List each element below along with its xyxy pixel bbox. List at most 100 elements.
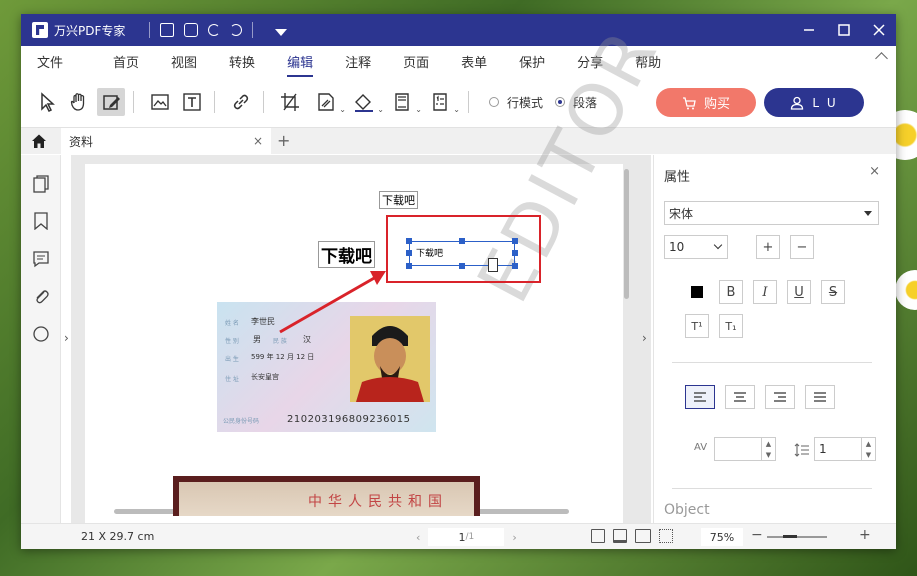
resize-handle[interactable] [406,250,412,256]
document-tab[interactable]: 资料 × [61,128,271,155]
line-spacing-input[interactable]: 1 ▲ ▼ [814,437,876,461]
hand-tool-button[interactable] [65,88,93,116]
close-properties-icon[interactable]: × [869,164,880,179]
font-size-select[interactable]: 10 [664,235,728,259]
user-account-button[interactable]: L U [764,88,864,117]
current-page: 1 [458,530,466,544]
collapse-ribbon-icon[interactable] [875,52,888,65]
save-icon[interactable] [160,23,175,37]
previous-page-icon[interactable]: ‹ [416,531,420,544]
font-family-select[interactable]: 宋体 [664,201,879,225]
underline-button[interactable]: U [787,280,811,304]
edit-tool-button[interactable] [97,88,125,116]
increase-font-size-button[interactable]: + [756,235,780,259]
align-center-button[interactable] [725,385,755,409]
id-name-label: 姓 名 [225,320,239,327]
resize-handle[interactable] [512,238,518,244]
zoom-out-button[interactable]: − [751,527,763,543]
bates-number-button[interactable]: ⌄ [426,88,460,116]
zoom-slider[interactable] [767,536,827,538]
zoom-in-button[interactable]: + [859,527,871,543]
thumbnails-button[interactable] [33,175,49,193]
resize-handle[interactable] [406,238,412,244]
watermark-button[interactable]: ⌄ [312,88,346,116]
resize-handle[interactable] [406,263,412,269]
menu-edit[interactable]: 编辑 [279,52,321,77]
align-left-button[interactable] [685,385,715,409]
menu-home[interactable]: 首页 [105,52,147,71]
expand-properties-icon[interactable]: › [642,331,647,345]
font-family-value: 宋体 [669,206,694,221]
align-right-button[interactable] [765,385,795,409]
spinner-arrows[interactable]: ▲ ▼ [761,438,775,460]
link-button[interactable] [227,88,255,116]
attachments-button[interactable] [33,287,49,305]
resize-handle[interactable] [459,238,465,244]
close-tab-icon[interactable]: × [253,134,263,148]
menu-file[interactable]: 文件 [29,52,71,71]
app-logo-icon [32,22,48,38]
print-icon[interactable] [184,23,199,37]
selected-text[interactable]: 下载吧 [416,246,443,259]
menu-view[interactable]: 视图 [163,52,205,71]
strikethrough-button[interactable]: S [821,280,845,304]
zoom-slider-thumb[interactable] [783,535,797,538]
buy-button[interactable]: 购买 [656,88,756,117]
next-page-icon[interactable]: › [512,531,516,544]
resize-handle[interactable] [459,263,465,269]
customize-dropdown-icon[interactable] [275,28,288,36]
search-button[interactable] [33,325,49,343]
color-swatch [691,286,703,298]
zoom-level-input[interactable]: 75% [701,528,743,546]
crop-button[interactable] [276,88,304,116]
redo-icon[interactable] [230,24,243,36]
line-mode-option[interactable]: 行模式 [489,94,543,111]
bold-button[interactable]: B [719,280,743,304]
fill-bucket-icon [355,94,373,112]
circle-icon [33,326,49,342]
vertical-scrollbar[interactable] [624,169,629,299]
undo-icon[interactable] [208,24,221,36]
bookmarks-button[interactable] [33,212,49,231]
close-button[interactable] [861,14,896,46]
grid-view-icon[interactable] [659,529,673,543]
line-spacing-value: 1 [819,442,827,456]
select-tool-button[interactable] [33,88,61,116]
superscript-button[interactable]: T¹ [685,314,709,338]
text-block-small[interactable]: 下载吧 [379,191,418,209]
decrease-font-size-button[interactable]: − [790,235,814,259]
header-footer-button[interactable]: ⌄ [388,88,422,116]
resize-handle[interactable] [512,263,518,269]
menu-convert[interactable]: 转换 [221,52,263,71]
background-button[interactable]: ⌄ [350,88,384,116]
divider [468,91,469,113]
comments-button[interactable] [33,250,49,268]
document-tab-label: 资料 [69,135,94,149]
status-bar: 21 X 29.7 cm ‹ 1 /1 › 75% − + [21,523,896,549]
home-tab[interactable] [31,133,47,149]
spinner-arrows[interactable]: ▲ ▼ [861,438,875,460]
add-tab-button[interactable]: + [277,131,290,150]
id-number-value: 210203196809236015 [287,414,411,425]
two-page-view-icon[interactable] [635,529,651,543]
menu-form[interactable]: 表单 [453,52,495,71]
single-page-view-icon[interactable] [591,529,605,543]
char-spacing-input[interactable]: ▲ ▼ [714,437,776,461]
continuous-view-icon[interactable] [613,529,627,543]
line-mode-radio[interactable] [489,97,499,107]
italic-button[interactable]: I [753,280,777,304]
page-number-input[interactable]: 1 /1 [428,528,505,546]
menu-page[interactable]: 页面 [395,52,437,71]
font-color-button[interactable] [685,280,709,304]
menu-annotate[interactable]: 注释 [337,52,379,71]
resize-handle[interactable] [512,250,518,256]
menu-protect[interactable]: 保护 [511,52,553,71]
add-text-button[interactable] [178,88,206,116]
add-image-button[interactable] [146,88,174,116]
subscript-button[interactable]: T₁ [719,314,743,338]
minimize-button[interactable] [791,14,826,46]
maximize-button[interactable] [826,14,861,46]
id-card-back-image[interactable]: 中华人民共和国 [173,476,480,516]
align-justify-button[interactable] [805,385,835,409]
expand-sidebar-icon[interactable]: › [64,331,69,345]
